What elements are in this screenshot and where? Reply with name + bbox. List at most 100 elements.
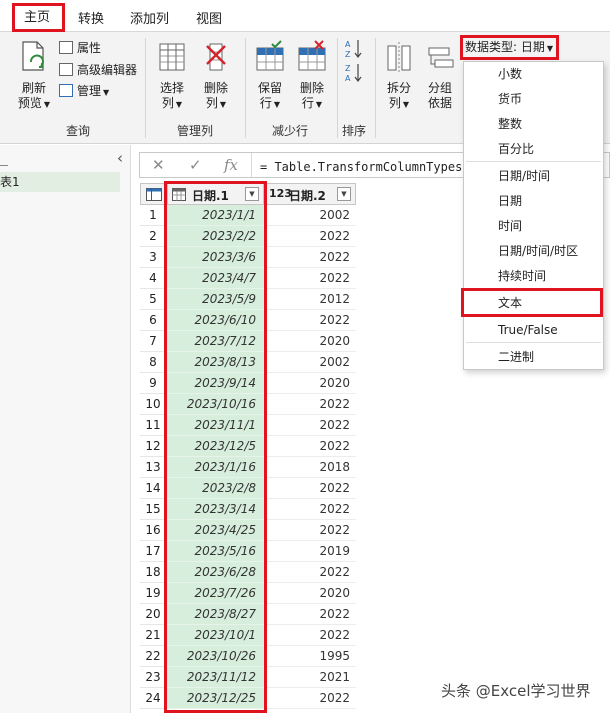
column-header-date-2[interactable]: 123 日期.2 ▼ (264, 183, 356, 205)
date-1-cell[interactable]: 2023/6/28 (167, 562, 264, 583)
date-2-cell[interactable]: 2022 (264, 310, 356, 331)
date-2-cell[interactable]: 2022 (264, 268, 356, 289)
date-1-cell[interactable]: 2023/10/26 (167, 646, 264, 667)
date-1-cell[interactable]: 2023/3/6 (167, 247, 264, 268)
fx-icon[interactable]: fx (224, 156, 238, 174)
menu-item-data-type[interactable]: 小数 (464, 62, 603, 86)
column-filter-button[interactable]: ▼ (337, 187, 351, 201)
date-2-cell[interactable]: 2022 (264, 415, 356, 436)
menu-item-data-type[interactable]: 货币 (464, 87, 603, 111)
menu-item-data-type[interactable]: 时间 (464, 214, 603, 238)
sort-descending-button[interactable]: Z A (344, 62, 364, 88)
date-1-cell[interactable]: 2023/6/10 (167, 310, 264, 331)
confirm-icon[interactable]: ✓ (189, 156, 202, 174)
date-1-cell[interactable]: 2023/4/25 (167, 520, 264, 541)
refresh-preview-button[interactable]: 刷新 预览 ▼ (14, 40, 54, 112)
date-2-cell[interactable]: 2022 (264, 625, 356, 646)
table-corner-menu[interactable] (140, 183, 167, 205)
date-1-cell[interactable]: 2023/3/14 (167, 499, 264, 520)
menu-item-data-type[interactable]: 二进制 (464, 345, 603, 369)
date-2-cell[interactable]: 2012 (264, 289, 356, 310)
tab-view[interactable]: 视图 (196, 8, 222, 27)
row-number[interactable]: 2 (140, 226, 167, 247)
date-1-cell[interactable]: 2023/4/7 (167, 268, 264, 289)
advanced-editor-button[interactable]: 高级编辑器 (59, 62, 137, 78)
date-1-cell[interactable]: 2023/5/16 (167, 541, 264, 562)
date-2-cell[interactable]: 2022 (264, 247, 356, 268)
row-number[interactable]: 21 (140, 625, 167, 646)
date-1-cell[interactable]: 2023/11/1 (167, 415, 264, 436)
menu-item-data-type[interactable]: 日期 (464, 189, 603, 213)
remove-rows-button[interactable]: 删除 行 ▼ (294, 40, 330, 112)
date-2-cell[interactable]: 2020 (264, 331, 356, 352)
sort-ascending-button[interactable]: A Z (344, 38, 364, 64)
menu-item-data-type[interactable]: 日期/时间 (464, 164, 603, 188)
formula-text[interactable]: = Table.TransformColumnTypes(按 (260, 158, 482, 175)
date-2-cell[interactable]: 2022 (264, 478, 356, 499)
date-1-cell[interactable]: 2023/11/12 (167, 667, 264, 688)
row-number[interactable]: 9 (140, 373, 167, 394)
date-1-cell[interactable]: 2023/1/16 (167, 457, 264, 478)
date-1-cell[interactable]: 2023/7/26 (167, 583, 264, 604)
date-2-cell[interactable]: 2002 (264, 205, 356, 226)
date-1-cell[interactable]: 2023/5/9 (167, 289, 264, 310)
row-number[interactable]: 7 (140, 331, 167, 352)
date-1-cell[interactable]: 2023/7/12 (167, 331, 264, 352)
column-header-date-1[interactable]: 日期.1 ▼ (167, 183, 264, 205)
row-number[interactable]: 19 (140, 583, 167, 604)
row-number[interactable]: 24 (140, 688, 167, 709)
cancel-icon[interactable]: ✕ (152, 156, 165, 174)
row-number[interactable]: 14 (140, 478, 167, 499)
row-number[interactable]: 5 (140, 289, 167, 310)
date-1-cell[interactable]: 2023/12/5 (167, 436, 264, 457)
date-2-cell[interactable]: 2002 (264, 352, 356, 373)
group-by-button[interactable]: 分组 依据 (422, 40, 458, 111)
row-number[interactable]: 1 (140, 205, 167, 226)
row-number[interactable]: 10 (140, 394, 167, 415)
row-number[interactable]: 8 (140, 352, 167, 373)
row-number[interactable]: 16 (140, 520, 167, 541)
date-2-cell[interactable]: 1995 (264, 646, 356, 667)
date-1-cell[interactable]: 2023/8/27 (167, 604, 264, 625)
manage-button[interactable]: 管理 ▼ (59, 83, 109, 101)
row-number[interactable]: 6 (140, 310, 167, 331)
row-number[interactable]: 17 (140, 541, 167, 562)
column-filter-button[interactable]: ▼ (245, 187, 259, 201)
tab-home[interactable]: 主页 (24, 6, 50, 25)
collapse-chevron-icon[interactable]: ‹ (117, 149, 123, 167)
row-number[interactable]: 11 (140, 415, 167, 436)
properties-button[interactable]: 属性 (59, 40, 101, 56)
menu-item-data-type[interactable]: 百分比 (464, 137, 603, 161)
row-number[interactable]: 4 (140, 268, 167, 289)
date-2-cell[interactable]: 2021 (264, 667, 356, 688)
date-2-cell[interactable]: 2019 (264, 541, 356, 562)
data-type-dropdown-button[interactable]: 数据类型: 日期 ▼ (461, 36, 557, 58)
row-number[interactable]: 15 (140, 499, 167, 520)
row-number[interactable]: 20 (140, 604, 167, 625)
date-2-cell[interactable]: 2022 (264, 499, 356, 520)
menu-item-data-type[interactable]: True/False (464, 318, 603, 342)
date-2-cell[interactable]: 2018 (264, 457, 356, 478)
date-2-cell[interactable]: 2022 (264, 520, 356, 541)
date-1-cell[interactable]: 2023/12/25 (167, 688, 264, 709)
date-2-cell[interactable]: 2020 (264, 583, 356, 604)
row-number[interactable]: 12 (140, 436, 167, 457)
date-1-cell[interactable]: 2023/1/1 (167, 205, 264, 226)
choose-columns-button[interactable]: 选择 列 ▼ (154, 40, 190, 112)
date-1-cell[interactable]: 2023/10/16 (167, 394, 264, 415)
query-item[interactable]: 表1 (0, 172, 120, 192)
tab-transform[interactable]: 转换 (78, 8, 104, 27)
date-1-cell[interactable]: 2023/9/14 (167, 373, 264, 394)
menu-item-data-type[interactable]: 整数 (464, 112, 603, 136)
tab-add-column[interactable]: 添加列 (130, 8, 169, 27)
row-number[interactable]: 18 (140, 562, 167, 583)
split-column-button[interactable]: 拆分 列 ▼ (382, 40, 416, 112)
row-number[interactable]: 22 (140, 646, 167, 667)
date-2-cell[interactable]: 2022 (264, 688, 356, 709)
row-number[interactable]: 23 (140, 667, 167, 688)
date-1-cell[interactable]: 2023/2/2 (167, 226, 264, 247)
date-2-cell[interactable]: 2022 (264, 394, 356, 415)
menu-item-data-type[interactable]: 文本 (464, 291, 603, 315)
date-1-cell[interactable]: 2023/8/13 (167, 352, 264, 373)
date-1-cell[interactable]: 2023/2/8 (167, 478, 264, 499)
